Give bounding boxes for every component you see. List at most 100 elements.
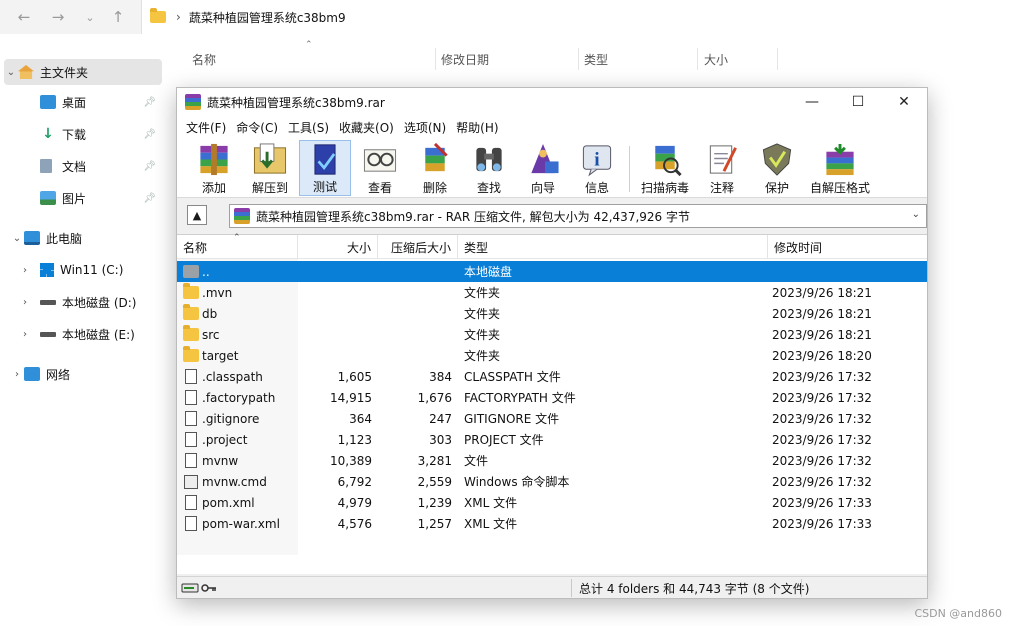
nav-item-drive-e[interactable]: › 本地磁盘 (E:) (18, 321, 160, 347)
virus-scan-button[interactable]: 扫描病毒 (635, 140, 695, 196)
chevron-down-icon[interactable]: ⌄ (912, 209, 920, 220)
row-name: mvnw (202, 453, 239, 468)
comment-button[interactable]: 注释 (697, 140, 747, 196)
nav-item-label: 图片 (62, 191, 87, 206)
view-button[interactable]: 查看 (353, 140, 407, 196)
file-icon (185, 516, 197, 531)
drive-icon (40, 299, 56, 305)
toolbar-label: 删除 (422, 181, 447, 195)
nav-item-documents[interactable]: 文档 📌︎ (26, 153, 160, 179)
file-icon (185, 453, 197, 468)
up-arrow-icon[interactable]: ↑ (106, 5, 130, 29)
main-toolbar: 添加 解压到 测试 查看 删除 查找 向导 i 信息 扫描病毒 注释 保护 自解… (177, 138, 927, 198)
script-file-icon (184, 474, 198, 489)
row-type: Windows 命令脚本 (464, 475, 570, 489)
menu-file[interactable]: 文件(F) (181, 119, 231, 136)
menu-options[interactable]: 选项(N) (399, 119, 451, 136)
network-icon (24, 367, 40, 381)
column-name[interactable]: 名称 (186, 48, 436, 70)
row-modified: 2023/9/26 17:33 (772, 516, 872, 531)
nav-item-pictures[interactable]: 图片 📌︎ (26, 185, 160, 211)
nav-item-network[interactable]: › 网络 (10, 361, 160, 387)
table-row[interactable]: .gitignore 364 247 GITIGNORE 文件 2023/9/26 17… (177, 408, 927, 429)
forward-arrow-icon[interactable]: → (46, 5, 70, 29)
row-name-cell: mvnw.cmd (183, 471, 301, 492)
row-type: XML 文件 (464, 496, 518, 510)
column-type[interactable]: 类型 (578, 48, 698, 70)
chevron-down-icon[interactable]: ⌄ (78, 5, 102, 29)
wizard-button[interactable]: 向导 (517, 140, 569, 196)
chevron-right-icon: › (176, 10, 181, 24)
table-row[interactable]: .mvn 文件夹 2023/9/26 18:21 (177, 282, 927, 303)
table-row[interactable]: .project 1,123 303 PROJECT 文件 2023/9/26 17:3… (177, 429, 927, 450)
nav-item-desktop[interactable]: 桌面 📌︎ (26, 89, 160, 115)
table-row[interactable]: db 文件夹 2023/9/26 18:21 (177, 303, 927, 324)
title-bar[interactable]: 蔬菜种植园管理系统c38bm9.rar — ☐ ✕ (177, 88, 927, 116)
pin-icon[interactable]: 📌︎ (143, 161, 156, 172)
info-button[interactable]: i 信息 (571, 140, 623, 196)
maximize-button[interactable]: ☐ (835, 88, 881, 116)
table-row[interactable]: target 文件夹 2023/9/26 18:20 (177, 345, 927, 366)
table-row[interactable]: .classpath 1,605 384 CLASSPATH 文件 2023/9/26 … (177, 366, 927, 387)
nav-item-this-pc[interactable]: ⌄ 此电脑 (10, 225, 160, 251)
svg-text:i: i (594, 149, 600, 170)
toolbar-label: 查看 (367, 181, 392, 195)
row-type: CLASSPATH 文件 (464, 370, 561, 384)
column-type[interactable]: 类型 (458, 235, 768, 259)
nav-item-drive-c[interactable]: › Win11 (C:) (18, 257, 160, 283)
column-date[interactable]: 修改日期 (435, 48, 579, 70)
extract-icon (253, 143, 287, 174)
column-packed-size[interactable]: 压缩后大小 (378, 235, 458, 259)
row-packed-size: 2,559 (417, 474, 452, 489)
find-icon (476, 147, 502, 172)
toolbar-label: 扫描病毒 (640, 181, 689, 195)
row-packed-size (378, 261, 458, 282)
sort-up-icon: ⌃ (305, 40, 313, 50)
protect-button[interactable]: 保护 (751, 140, 803, 196)
menu-favorites[interactable]: 收藏夹(O) (334, 119, 399, 136)
nav-item-home[interactable]: ⌄ 主文件夹 (4, 59, 162, 85)
table-row[interactable]: pom-war.xml 4,576 1,257 XML 文件 2023/9/26 17:… (177, 513, 927, 534)
find-button[interactable]: 查找 (463, 140, 515, 196)
menu-tools[interactable]: 工具(S) (283, 119, 334, 136)
row-type: GITIGNORE 文件 (464, 412, 560, 426)
up-arrow-icon: ▲ (192, 208, 202, 222)
nav-item-downloads[interactable]: ↓ 下载 📌︎ (26, 121, 160, 147)
close-button[interactable]: ✕ (881, 88, 927, 116)
menu-help[interactable]: 帮助(H) (451, 119, 503, 136)
table-row[interactable]: .factorypath 14,915 1,676 FACTORYPATH 文件 202… (177, 387, 927, 408)
table-row[interactable]: src 文件夹 2023/9/26 18:21 (177, 324, 927, 345)
row-type: XML 文件 (464, 517, 518, 531)
test-button[interactable]: 测试 (299, 140, 351, 196)
chevron-right-icon: › (23, 264, 27, 276)
minimize-button[interactable]: — (789, 88, 835, 116)
back-arrow-icon[interactable]: ← (12, 5, 36, 29)
menu-commands[interactable]: 命令(C) (231, 119, 283, 136)
table-row[interactable]: .. 本地磁盘 (177, 261, 927, 282)
nav-item-drive-d[interactable]: › 本地磁盘 (D:) (18, 289, 160, 315)
column-modified[interactable]: 修改时间 (768, 235, 927, 259)
delete-button[interactable]: 删除 (409, 140, 461, 196)
column-size[interactable]: 大小 (698, 48, 778, 70)
address-bar[interactable]: › 蔬菜种植园管理系统c38bm9 (141, 0, 1016, 34)
archive-path-dropdown[interactable]: 蔬菜种植园管理系统c38bm9.rar - RAR 压缩文件, 解包大小为 42… (229, 204, 927, 228)
pin-icon[interactable]: 📌︎ (143, 97, 156, 108)
nav-item-label: 网络 (46, 367, 71, 382)
table-row[interactable]: mvnw.cmd 6,792 2,559 Windows 命令脚本 2023/9/26 … (177, 471, 927, 492)
row-type: 文件夹 (464, 349, 501, 363)
drive-key-icon[interactable] (181, 581, 217, 595)
up-folder-button[interactable]: ▲ (187, 205, 207, 225)
row-size (298, 324, 378, 345)
pin-icon[interactable]: 📌︎ (143, 129, 156, 140)
sfx-button[interactable]: 自解压格式 (805, 140, 875, 196)
add-button[interactable]: 添加 (189, 140, 239, 196)
desktop-icon (40, 95, 56, 109)
pin-icon[interactable]: 📌︎ (143, 193, 156, 204)
table-row[interactable]: mvnw 10,389 3,281 文件 2023/9/26 17:32 (177, 450, 927, 471)
row-size: 1,605 (337, 369, 372, 384)
row-modified: 2023/9/26 17:32 (772, 390, 872, 405)
extract-to-button[interactable]: 解压到 (243, 140, 297, 196)
row-type: FACTORYPATH 文件 (464, 391, 576, 405)
table-row[interactable]: pom.xml 4,979 1,239 XML 文件 2023/9/26 17:33 (177, 492, 927, 513)
column-size[interactable]: 大小 (298, 235, 378, 259)
